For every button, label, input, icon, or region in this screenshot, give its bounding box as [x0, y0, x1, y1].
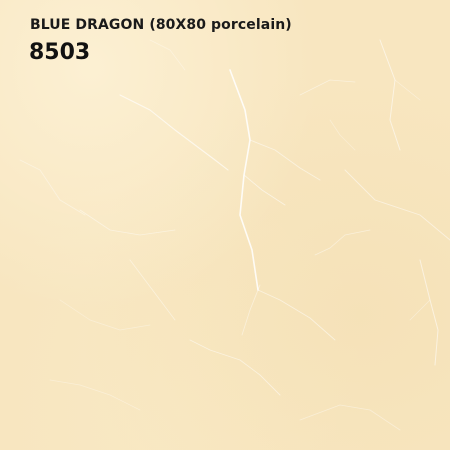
- marble-vein-texture: [19, 39, 450, 431]
- porcelain-tile-sample: BLUE DRAGON (80X80 porcelain) 8503: [0, 0, 450, 450]
- product-code: 8503: [29, 40, 91, 65]
- product-title: BLUE DRAGON (80X80 porcelain): [30, 17, 292, 33]
